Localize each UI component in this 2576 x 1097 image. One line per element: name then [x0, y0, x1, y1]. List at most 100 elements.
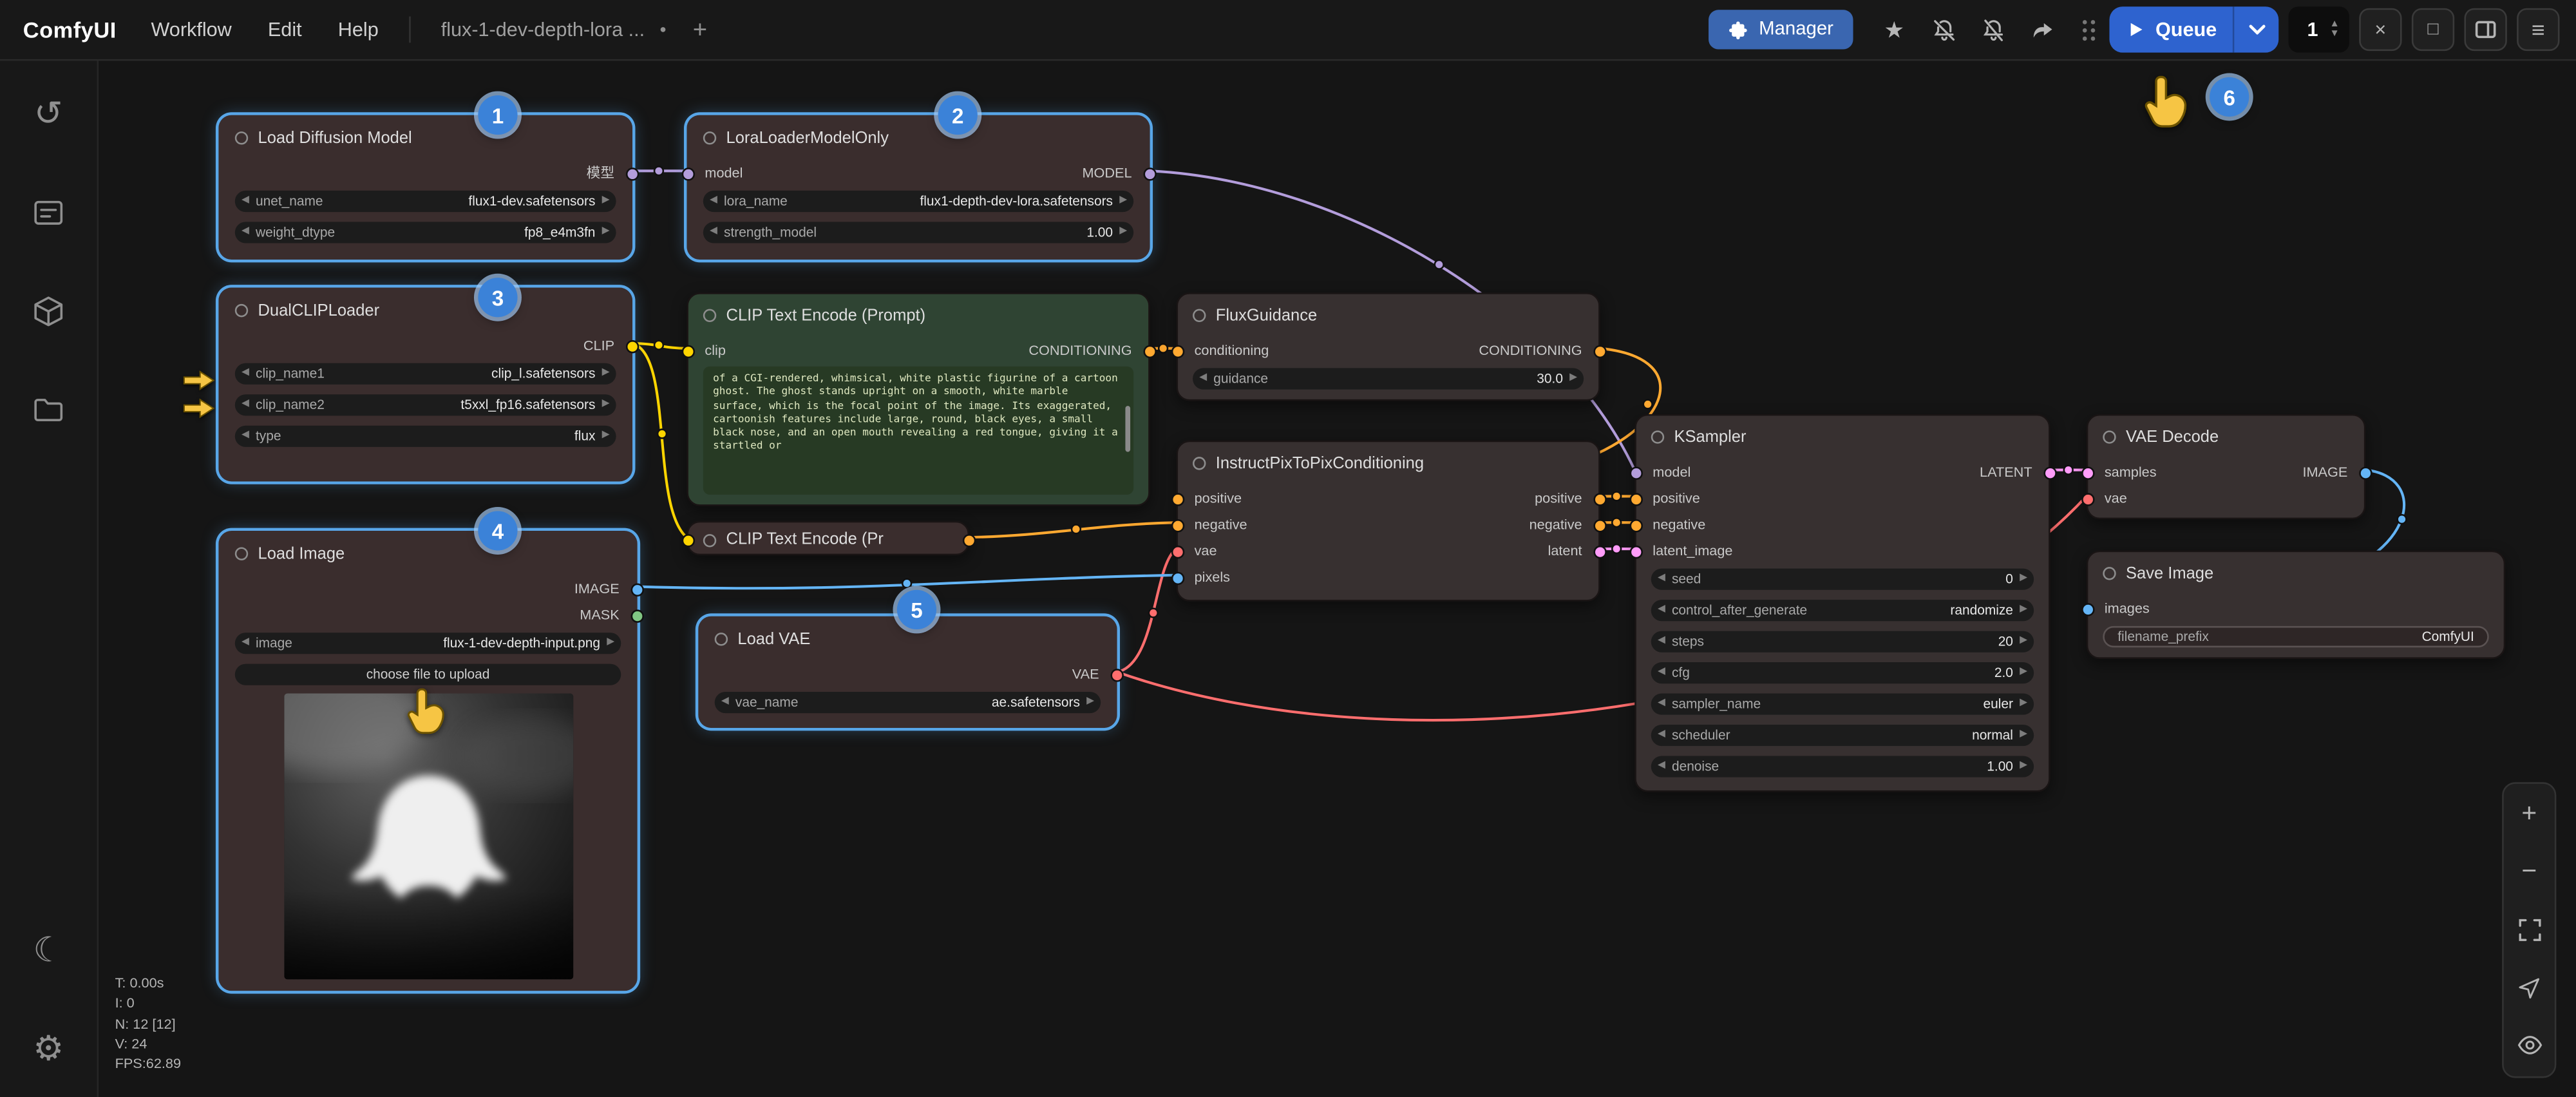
- increment-icon[interactable]: ▶: [2013, 631, 2034, 653]
- zoom-out-button[interactable]: −: [2511, 855, 2547, 891]
- collapse-toggle-icon[interactable]: [235, 547, 248, 560]
- node-canvas[interactable]: Load Diffusion Model 模型 ◀ unet_name flux…: [0, 0, 2576, 1097]
- output-slot-vae[interactable]: [1110, 668, 1122, 681]
- prev-option-icon[interactable]: ◀: [703, 191, 724, 212]
- node-clip-text-encode[interactable]: CLIP Text Encode (Prompt) clip CONDITION…: [687, 292, 1150, 506]
- star-icon[interactable]: ★: [1875, 10, 1914, 49]
- decrement-icon[interactable]: ◀: [1651, 662, 1672, 683]
- widget-seed[interactable]: ◀ seed 0 ▶: [1651, 569, 2034, 590]
- workflow-tab[interactable]: flux-1-dev-depth-lora ... ●: [441, 18, 667, 41]
- widget-strength-model[interactable]: ◀ strength_model 1.00 ▶: [703, 222, 1133, 243]
- sidebar-history-button[interactable]: ↺: [19, 84, 78, 143]
- node-load-vae[interactable]: Load VAE VAE ◀ vae_name ae.safetensors ▶: [698, 616, 1117, 728]
- bell-slash-icon[interactable]: [1924, 10, 1963, 49]
- output-slot-latent[interactable]: [2043, 466, 2056, 479]
- increment-icon[interactable]: ▶: [2013, 756, 2034, 777]
- next-option-icon[interactable]: ▶: [2013, 725, 2034, 746]
- chevron-down-icon[interactable]: [2235, 6, 2279, 52]
- collapse-toggle-icon[interactable]: [715, 633, 728, 645]
- output-slot-image[interactable]: [2358, 466, 2371, 479]
- prev-option-icon[interactable]: ◀: [235, 222, 256, 243]
- node-clip-text-encode-negative[interactable]: CLIP Text Encode (Pr: [687, 521, 969, 556]
- node-dual-clip-loader[interactable]: DualCLIPLoader CLIP ◀ clip_name1 clip_l.…: [218, 287, 632, 481]
- menu-edit[interactable]: Edit: [250, 18, 320, 41]
- next-option-icon[interactable]: ▶: [1113, 191, 1133, 212]
- increment-icon[interactable]: ▶: [2013, 662, 2034, 683]
- image-preview[interactable]: [284, 694, 573, 980]
- scrollbar[interactable]: [1125, 406, 1130, 452]
- output-slot-model[interactable]: [1142, 167, 1155, 180]
- bell-alt-slash-icon[interactable]: [1973, 10, 2012, 49]
- collapse-toggle-icon[interactable]: [703, 533, 716, 546]
- widget-scheduler[interactable]: ◀ scheduler normal ▶: [1651, 725, 2034, 746]
- prev-option-icon[interactable]: ◀: [715, 692, 735, 713]
- drag-handle-icon[interactable]: [2077, 10, 2100, 49]
- next-option-icon[interactable]: ▶: [1080, 692, 1101, 713]
- widget-cfg[interactable]: ◀ cfg 2.0 ▶: [1651, 662, 2034, 683]
- widget-type[interactable]: ◀ type flux ▶: [235, 426, 616, 447]
- prev-option-icon[interactable]: ◀: [235, 363, 256, 385]
- new-tab-button[interactable]: +: [693, 15, 707, 43]
- prev-option-icon[interactable]: ◀: [1651, 694, 1672, 715]
- widget-unet-name[interactable]: ◀ unet_name flux1-dev.safetensors ▶: [235, 191, 616, 212]
- upload-button[interactable]: choose file to upload: [235, 664, 621, 685]
- theme-toggle-button[interactable]: ☾: [19, 921, 78, 980]
- output-slot-mask[interactable]: [630, 609, 643, 622]
- prev-option-icon[interactable]: ◀: [235, 191, 256, 212]
- output-slot-conditioning[interactable]: [1142, 344, 1155, 357]
- collapse-toggle-icon[interactable]: [1193, 457, 1206, 470]
- zoom-in-button[interactable]: +: [2511, 797, 2547, 833]
- increment-icon[interactable]: ▶: [1113, 222, 1133, 243]
- widget-filename-prefix[interactable]: filename_prefix ComfyUI: [2103, 626, 2488, 647]
- widget-guidance[interactable]: ◀ guidance 30.0 ▶: [1193, 368, 1584, 389]
- collapse-toggle-icon[interactable]: [703, 131, 716, 144]
- prompt-textarea[interactable]: of a CGI-rendered, whimsical, white plas…: [703, 367, 1133, 495]
- widget-image[interactable]: ◀ image flux-1-dev-depth-input.png ▶: [235, 633, 621, 654]
- next-option-icon[interactable]: ▶: [595, 191, 616, 212]
- increment-icon[interactable]: ▶: [1563, 368, 1584, 389]
- collapse-toggle-icon[interactable]: [1651, 430, 1664, 443]
- collapse-toggle-icon[interactable]: [1193, 309, 1206, 322]
- collapse-toggle-icon[interactable]: [2103, 567, 2116, 580]
- fit-view-button[interactable]: [2511, 912, 2547, 948]
- batch-spinner[interactable]: ▲ ▼: [2329, 20, 2339, 40]
- output-slot-image[interactable]: [630, 582, 643, 595]
- sidebar-queue-button[interactable]: [19, 182, 78, 242]
- decrement-icon[interactable]: ◀: [1193, 368, 1213, 389]
- queue-button[interactable]: Queue: [2110, 6, 2280, 52]
- toggle-links-button[interactable]: [2511, 1027, 2547, 1063]
- node-instruct-pix-to-pix-conditioning[interactable]: InstructPixToPixConditioning positive po…: [1177, 441, 1600, 602]
- decrement-icon[interactable]: ◀: [1651, 569, 1672, 590]
- collapse-toggle-icon[interactable]: [235, 131, 248, 144]
- spin-down-icon[interactable]: ▼: [2329, 30, 2339, 39]
- node-load-diffusion-model[interactable]: Load Diffusion Model 模型 ◀ unet_name flux…: [218, 115, 632, 260]
- prev-option-icon[interactable]: ◀: [1651, 725, 1672, 746]
- output-slot-conditioning[interactable]: [1593, 344, 1605, 357]
- widget-clip-name2[interactable]: ◀ clip_name2 t5xxl_fp16.safetensors ▶: [235, 394, 616, 415]
- select-mode-button[interactable]: [2511, 969, 2547, 1006]
- output-slot-negative[interactable]: [1593, 519, 1605, 531]
- settings-button[interactable]: ⚙: [19, 1019, 78, 1078]
- next-option-icon[interactable]: ▶: [600, 633, 621, 654]
- output-slot-model[interactable]: [625, 167, 638, 180]
- collapse-toggle-icon[interactable]: [703, 309, 716, 322]
- prev-option-icon[interactable]: ◀: [1651, 600, 1672, 621]
- prev-option-icon[interactable]: ◀: [235, 394, 256, 415]
- prev-option-icon[interactable]: ◀: [235, 426, 256, 447]
- menu-help[interactable]: Help: [320, 18, 397, 41]
- widget-lora-name[interactable]: ◀ lora_name flux1-depth-dev-lora.safeten…: [703, 191, 1133, 212]
- node-save-image[interactable]: Save Image images filename_prefix ComfyU…: [2087, 551, 2506, 659]
- node-vae-decode[interactable]: VAE Decode samples IMAGE vae: [2087, 414, 2366, 519]
- widget-steps[interactable]: ◀ steps 20 ▶: [1651, 631, 2034, 653]
- next-option-icon[interactable]: ▶: [2013, 694, 2034, 715]
- widget-denoise[interactable]: ◀ denoise 1.00 ▶: [1651, 756, 2034, 777]
- widget-control-after-generate[interactable]: ◀ control_after_generate randomize ▶: [1651, 600, 2034, 621]
- decrement-icon[interactable]: ◀: [703, 222, 724, 243]
- increment-icon[interactable]: ▶: [2013, 569, 2034, 590]
- node-flux-guidance[interactable]: FluxGuidance conditioning CONDITIONING ◀…: [1177, 292, 1600, 401]
- panel-toggle-button[interactable]: [2465, 8, 2507, 51]
- next-option-icon[interactable]: ▶: [595, 222, 616, 243]
- node-lora-loader-model-only[interactable]: LoraLoaderModelOnly model MODEL ◀ lora_n…: [687, 115, 1150, 260]
- decrement-icon[interactable]: ◀: [1651, 631, 1672, 653]
- manager-button[interactable]: Manager: [1708, 10, 1853, 49]
